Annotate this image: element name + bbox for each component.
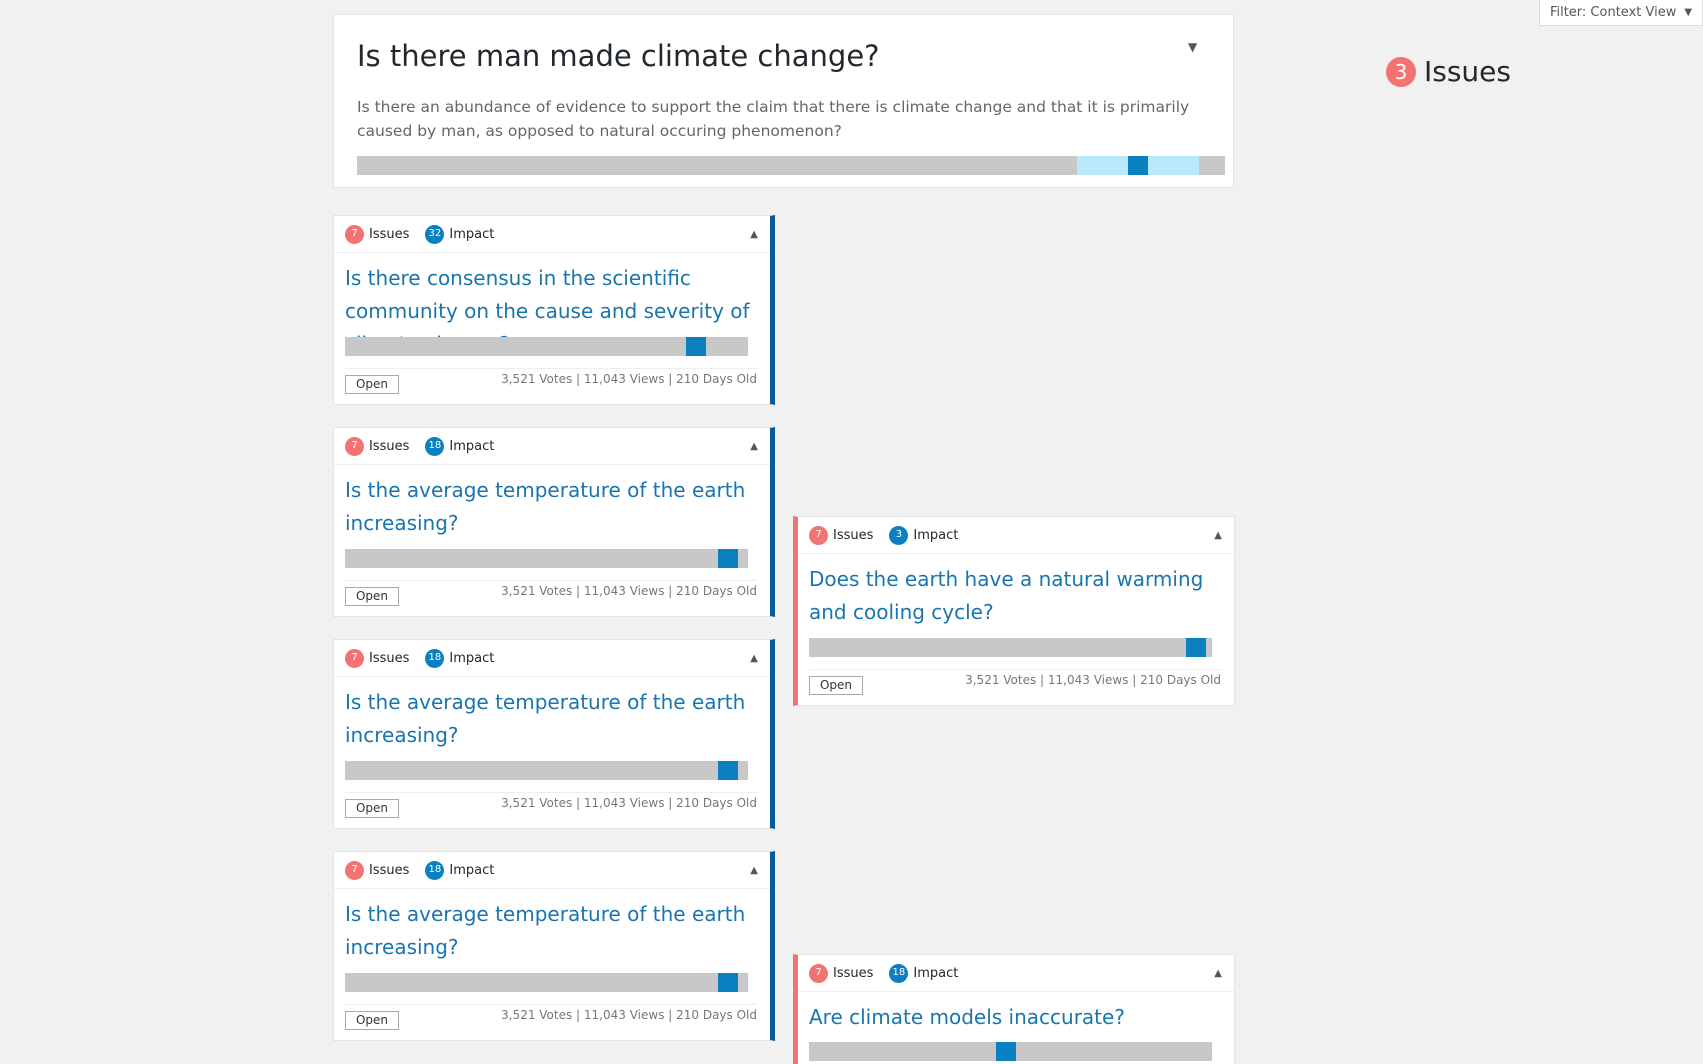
caret-up-icon[interactable]: ▲ [1214, 968, 1222, 979]
issues-indicator[interactable]: 7 Issues [809, 525, 874, 545]
issues-label: Issues [833, 965, 874, 981]
main-issues-indicator[interactable]: 3 Issues [1386, 55, 1511, 88]
issues-label: Issues [369, 650, 410, 666]
card-question-link[interactable]: Are climate models inaccurate? [809, 1001, 1219, 1034]
issues-indicator[interactable]: 7 Issues [345, 224, 410, 244]
impact-count-badge: 18 [425, 648, 445, 668]
impact-label: Impact [449, 650, 495, 666]
issues-count-badge: 7 [345, 860, 364, 880]
main-question-description: Is there an abundance of evidence to sup… [357, 98, 1190, 140]
sub-question-card: 7 Issues 32 Impact ▲ Is there consensus … [333, 215, 775, 405]
sub-question-card: 7 Issues 18 Impact ▲ Is the average temp… [333, 639, 775, 829]
card-consensus-bar [345, 549, 748, 568]
issues-count-badge: 7 [345, 224, 364, 244]
card-footer: Open 3,521 Votes | 11,043 Views | 210 Da… [345, 792, 757, 823]
issues-label: Issues [369, 862, 410, 878]
main-consensus-bar [357, 156, 1225, 175]
impact-count-badge: 32 [425, 224, 445, 244]
sub-question-card: 7 Issues 18 Impact ▲ Is the average temp… [333, 427, 775, 617]
impact-indicator[interactable]: 32 Impact [425, 224, 495, 244]
consensus-marker [717, 761, 738, 780]
main-question-card: Is there man made climate change? 3 Issu… [333, 14, 1511, 188]
card-header: 7 Issues 18 Impact ▲ [334, 852, 770, 889]
issues-indicator[interactable]: 7 Issues [345, 648, 410, 668]
impact-count-badge: 18 [889, 963, 909, 983]
caret-down-icon[interactable]: ▼ [1188, 40, 1197, 54]
impact-indicator[interactable]: 18 Impact [425, 648, 495, 668]
card-question-link[interactable]: Is the average temperature of the earth … [345, 898, 755, 964]
card-consensus-bar [345, 337, 748, 356]
sub-question-card: 7 Issues 18 Impact ▲ Is the average temp… [333, 851, 775, 1041]
open-button[interactable]: Open [345, 799, 399, 818]
card-stats: 3,521 Votes | 11,043 Views | 210 Days Ol… [501, 796, 757, 810]
card-consensus-bar [345, 973, 748, 992]
open-button[interactable]: Open [809, 676, 863, 695]
card-header: 7 Issues 18 Impact ▲ [334, 640, 770, 677]
caret-up-icon[interactable]: ▲ [1214, 530, 1222, 541]
card-footer: Open 3,521 Votes | 11,043 Views | 210 Da… [345, 1004, 757, 1035]
impact-label: Impact [449, 438, 495, 454]
card-footer: Open 3,521 Votes | 11,043 Views | 210 Da… [345, 368, 757, 399]
card-consensus-bar [809, 1042, 1212, 1061]
issues-count-badge: 7 [345, 436, 364, 456]
issues-label: Issues [1424, 55, 1511, 88]
impact-label: Impact [449, 862, 495, 878]
card-footer: Open 3,521 Votes | 11,043 Views | 210 Da… [809, 669, 1221, 700]
sub-question-card: 7 Issues 3 Impact ▲ Does the earth have … [793, 516, 1235, 706]
open-button[interactable]: Open [345, 375, 399, 394]
card-question-link[interactable]: Is the average temperature of the earth … [345, 474, 755, 540]
card-consensus-bar [809, 638, 1212, 657]
issues-count-badge: 7 [809, 963, 828, 983]
sub-question-card: 7 Issues 18 Impact ▲ Are climate models … [793, 954, 1235, 1064]
caret-up-icon[interactable]: ▲ [750, 865, 758, 876]
impact-indicator[interactable]: 18 Impact [889, 963, 959, 983]
consensus-marker [1185, 638, 1206, 657]
card-header: 7 Issues 3 Impact ▲ [798, 517, 1234, 554]
filter-label: Filter: Context View [1549, 5, 1677, 20]
consensus-marker [1128, 156, 1149, 175]
issues-indicator[interactable]: 7 Issues [345, 860, 410, 880]
consensus-marker [685, 337, 706, 356]
issues-count-badge: 7 [345, 648, 364, 668]
impact-label: Impact [913, 965, 959, 981]
card-header: 7 Issues 32 Impact ▲ [334, 216, 770, 253]
issues-indicator[interactable]: 7 Issues [345, 436, 410, 456]
card-consensus-bar [345, 761, 748, 780]
issues-count-badge: 7 [809, 525, 828, 545]
caret-down-icon: ▼ [1684, 7, 1693, 18]
consensus-marker [717, 973, 738, 992]
impact-label: Impact [449, 226, 495, 242]
caret-up-icon[interactable]: ▲ [750, 653, 758, 664]
card-stats: 3,521 Votes | 11,043 Views | 210 Days Ol… [965, 673, 1221, 687]
card-question-link[interactable]: Is the average temperature of the earth … [345, 686, 755, 752]
main-question-title: Is there man made climate change? [357, 39, 880, 73]
impact-label: Impact [913, 527, 959, 543]
card-header: 7 Issues 18 Impact ▲ [334, 428, 770, 465]
card-stats: 3,521 Votes | 11,043 Views | 210 Days Ol… [501, 1008, 757, 1022]
card-footer: Open 3,521 Votes | 11,043 Views | 210 Da… [345, 580, 757, 611]
impact-indicator[interactable]: 18 Impact [425, 436, 495, 456]
open-button[interactable]: Open [345, 1011, 399, 1030]
impact-count-badge: 18 [425, 860, 445, 880]
consensus-marker [717, 549, 738, 568]
card-header: 7 Issues 18 Impact ▲ [798, 955, 1234, 992]
impact-count-badge: 18 [425, 436, 445, 456]
caret-up-icon[interactable]: ▲ [750, 229, 758, 240]
issues-label: Issues [369, 226, 410, 242]
issues-indicator[interactable]: 7 Issues [809, 963, 874, 983]
issues-count-badge: 3 [1386, 56, 1416, 87]
issues-label: Issues [369, 438, 410, 454]
impact-count-badge: 3 [889, 525, 909, 545]
card-question-link[interactable]: Does the earth have a natural warming an… [809, 563, 1219, 629]
filter-context-view-dropdown[interactable]: Filter: Context View ▼ [1539, 0, 1703, 26]
open-button[interactable]: Open [345, 587, 399, 606]
card-stats: 3,521 Votes | 11,043 Views | 210 Days Ol… [501, 372, 757, 386]
card-stats: 3,521 Votes | 11,043 Views | 210 Days Ol… [501, 584, 757, 598]
caret-up-icon[interactable]: ▲ [750, 441, 758, 452]
consensus-marker [996, 1042, 1017, 1061]
issues-label: Issues [833, 527, 874, 543]
impact-indicator[interactable]: 3 Impact [889, 525, 959, 545]
impact-indicator[interactable]: 18 Impact [425, 860, 495, 880]
